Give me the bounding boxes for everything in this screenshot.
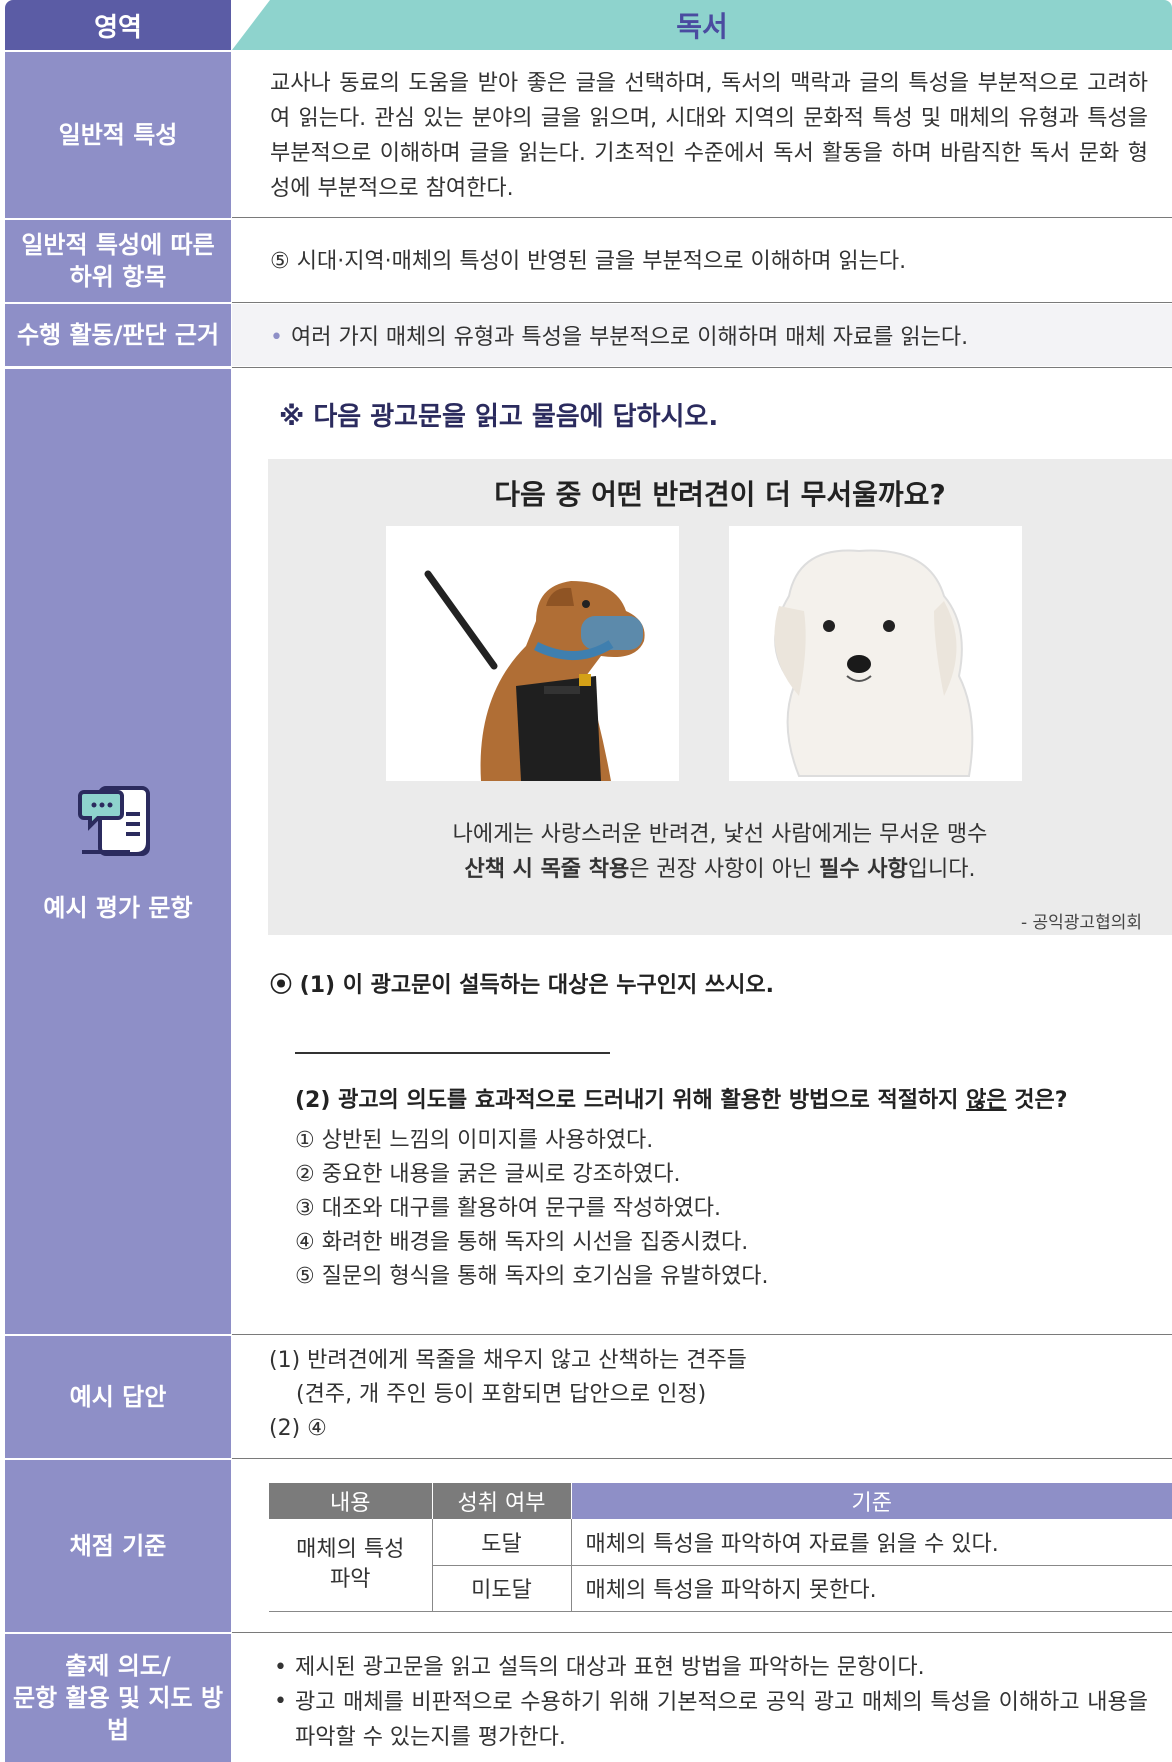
intent-content: • 제시된 광고문을 읽고 설득의 대상과 표현 방법을 파악하는 문항이다. … [232,1651,1172,1755]
intent-item-1: 제시된 광고문을 읽고 설득의 대상과 표현 방법을 파악하는 문항이다. [294,1655,925,1680]
bullet-icon: • [270,325,283,350]
ad-credit: - 공익광고협의회 [1020,913,1142,933]
scoring-table: 내용 성취 여부 기준 매체의 특성 파악 도달 매체의 특성을 파악하여 자료… [269,1483,1172,1612]
label-example-text: 예시 평가 문항 [43,893,193,922]
answer-content: (1) 반려견에게 목줄을 채우지 않고 산책하는 견주들 (견주, 개 주인 … [232,1344,1172,1446]
label-intent: 출제 의도/ 문항 활용 및 지도 방법 [5,1634,231,1762]
criterion-cell: 매체의 특성을 파악하여 자료를 읽을 수 있다. [571,1519,1172,1566]
ad-body: 나에게는 사랑스러운 반려견, 낯선 사람에게는 무서운 맹수 산책 시 목줄 … [268,817,1172,887]
criterion-cell: 매체의 특성을 파악하지 못한다. [571,1565,1172,1612]
status-cell: 미도달 [432,1565,572,1612]
sub-content: ⑤ 시대·지역·매체의 특성이 반영된 글을 부분적으로 이해하며 읽는다. [232,244,1172,279]
question1: ⦿ (1) 이 광고문이 설득하는 대상은 누구인지 쓰시오. [232,967,1172,999]
divider [232,217,1172,218]
label-sub-item: 일반적 특성에 따른 하위 항목 [5,220,231,302]
label-scoring-text: 채점 기준 [69,1532,167,1560]
content-line2: 파악 [330,1566,371,1592]
instruction-text: ※ 다음 광고문을 읽고 물음에 답하시오. [279,402,719,432]
label-intent-line1: 출제 의도/ [65,1652,171,1680]
question2-underlined: 않은 [966,1088,1007,1113]
header-area-label: 영역 [5,0,231,50]
list-item: • 제시된 광고문을 읽고 설득의 대상과 표현 방법을 파악하는 문항이다. [274,1651,1148,1685]
label-answer-text: 예시 답안 [69,1383,167,1411]
general-text: 교사나 동료의 도움을 받아 좋은 글을 선택하며, 독서의 맥락과 글의 특성… [270,71,1148,201]
label-basis-text: 수행 활동/판단 근거 [16,321,220,349]
option-5: ⑤ 질문의 형식을 통해 독자의 호기심을 유발하였다. [295,1264,769,1289]
header-status: 성취 여부 [432,1483,572,1519]
bullet-icon: • [274,1689,287,1714]
basis-content: • 여러 가지 매체의 유형과 특성을 부분적으로 이해하며 매체 자료를 읽는다… [232,304,1172,366]
content-cell: 매체의 특성 파악 [269,1519,433,1612]
ad-line1: 나에게는 사랑스러운 반려견, 낯선 사람에게는 무서운 맹수 [452,822,988,847]
header-subject-title: 독서 [232,0,1172,50]
label-general-text: 일반적 특성 [58,121,178,149]
label-sub-line2: 하위 항목 [69,263,167,291]
label-intent-line2: 문항 활용 및 지도 방법 [12,1684,224,1744]
scoring-header-row: 내용 성취 여부 기준 [269,1483,1172,1519]
list-item: • 광고 매체를 비판적으로 수용하기 위해 기본적으로 공익 광고 매체의 특… [274,1685,1148,1755]
option-1: ① 상반된 느낌의 이미지를 사용하였다. [295,1128,654,1153]
content-line1: 매체의 특성 [296,1536,405,1562]
label-general: 일반적 특성 [5,52,231,218]
example-instruction: ※ 다음 광고문을 읽고 물음에 답하시오. [232,396,1172,433]
document-chat-icon [78,785,150,856]
divider [232,367,1172,368]
ad-title: 다음 중 어떤 반려견이 더 무서울까요? [494,478,946,511]
general-content: 교사나 동료의 도움을 받아 좋은 글을 선택하며, 독서의 맥락과 글의 특성… [232,66,1172,206]
option-2: ② 중요한 내용을 굵은 글씨로 강조하였다. [295,1162,681,1187]
question2-suffix: 것은? [1006,1088,1068,1113]
divider [232,1632,1172,1633]
ad-line2-end: 입니다. [907,857,976,882]
divider [232,1458,1172,1459]
intent-item-2: 광고 매체를 비판적으로 수용하기 위해 기본적으로 공익 광고 매체의 특성을… [294,1690,1148,1750]
ad-line2-mid: 은 권장 사항이 아닌 [629,857,820,882]
label-sub-line1: 일반적 특성에 따른 [21,231,215,259]
label-example: 예시 평가 문항 [5,369,231,1334]
question2-options: ① 상반된 느낌의 이미지를 사용하였다. ② 중요한 내용을 굵은 글씨로 강… [295,1124,1172,1294]
status-cell: 도달 [432,1519,572,1566]
ad-bold-mandatory: 필수 사항 [819,857,908,882]
muzzled-dog-photo [386,526,679,781]
ad-bold-leash: 산책 시 목줄 착용 [464,857,630,882]
label-basis: 수행 활동/판단 근거 [5,304,231,366]
answer-line2: (견주, 개 주인 등이 포함되면 답안으로 인정) [296,1382,707,1407]
dog-with-muzzle-image [424,570,645,781]
divider [232,1334,1172,1335]
option-4: ④ 화려한 배경을 통해 독자의 시선을 집중시켰다. [295,1230,749,1255]
label-scoring: 채점 기준 [5,1460,231,1632]
white-puppy-photo [729,526,1022,781]
advertisement-box: 다음 중 어떤 반려견이 더 무서울까요? 나에게는 사랑스러운 반려견, 낯선… [268,459,1172,935]
question1-text: ⦿ (1) 이 광고문이 설득하는 대상은 누구인지 쓰시오. [270,973,774,998]
label-answer: 예시 답안 [5,1336,231,1458]
ad-line2: 산책 시 목줄 착용은 권장 사항이 아닌 필수 사항입니다. [268,852,1172,887]
answer-blank-line [295,1052,610,1054]
question2-text: (2) 광고의 의도를 효과적으로 드러내기 위해 활용한 방법으로 적절하지 … [295,1084,1172,1118]
option-3: ③ 대조와 대구를 활용하여 문구를 작성하였다. [295,1196,722,1221]
header-content: 내용 [269,1483,433,1519]
divider [232,302,1172,303]
sub-text: ⑤ 시대·지역·매체의 특성이 반영된 글을 부분적으로 이해하며 읽는다. [270,249,907,274]
answer-line3: (2) ④ [269,1416,327,1441]
white-puppy-image [774,549,974,777]
question2: (2) 광고의 의도를 효과적으로 드러내기 위해 활용한 방법으로 적절하지 … [232,1084,1172,1294]
table-row: 매체의 특성 파악 도달 매체의 특성을 파악하여 자료를 읽을 수 있다. [269,1519,1172,1612]
basis-text: 여러 가지 매체의 유형과 특성을 부분적으로 이해하며 매체 자료를 읽는다. [290,325,969,350]
bullet-icon: • [274,1655,287,1680]
question2-prefix: (2) 광고의 의도를 효과적으로 드러내기 위해 활용한 방법으로 적절하지 [295,1088,967,1113]
answer-line1: (1) 반려견에게 목줄을 채우지 않고 산책하는 견주들 [269,1348,747,1373]
header-criterion: 기준 [571,1483,1172,1519]
